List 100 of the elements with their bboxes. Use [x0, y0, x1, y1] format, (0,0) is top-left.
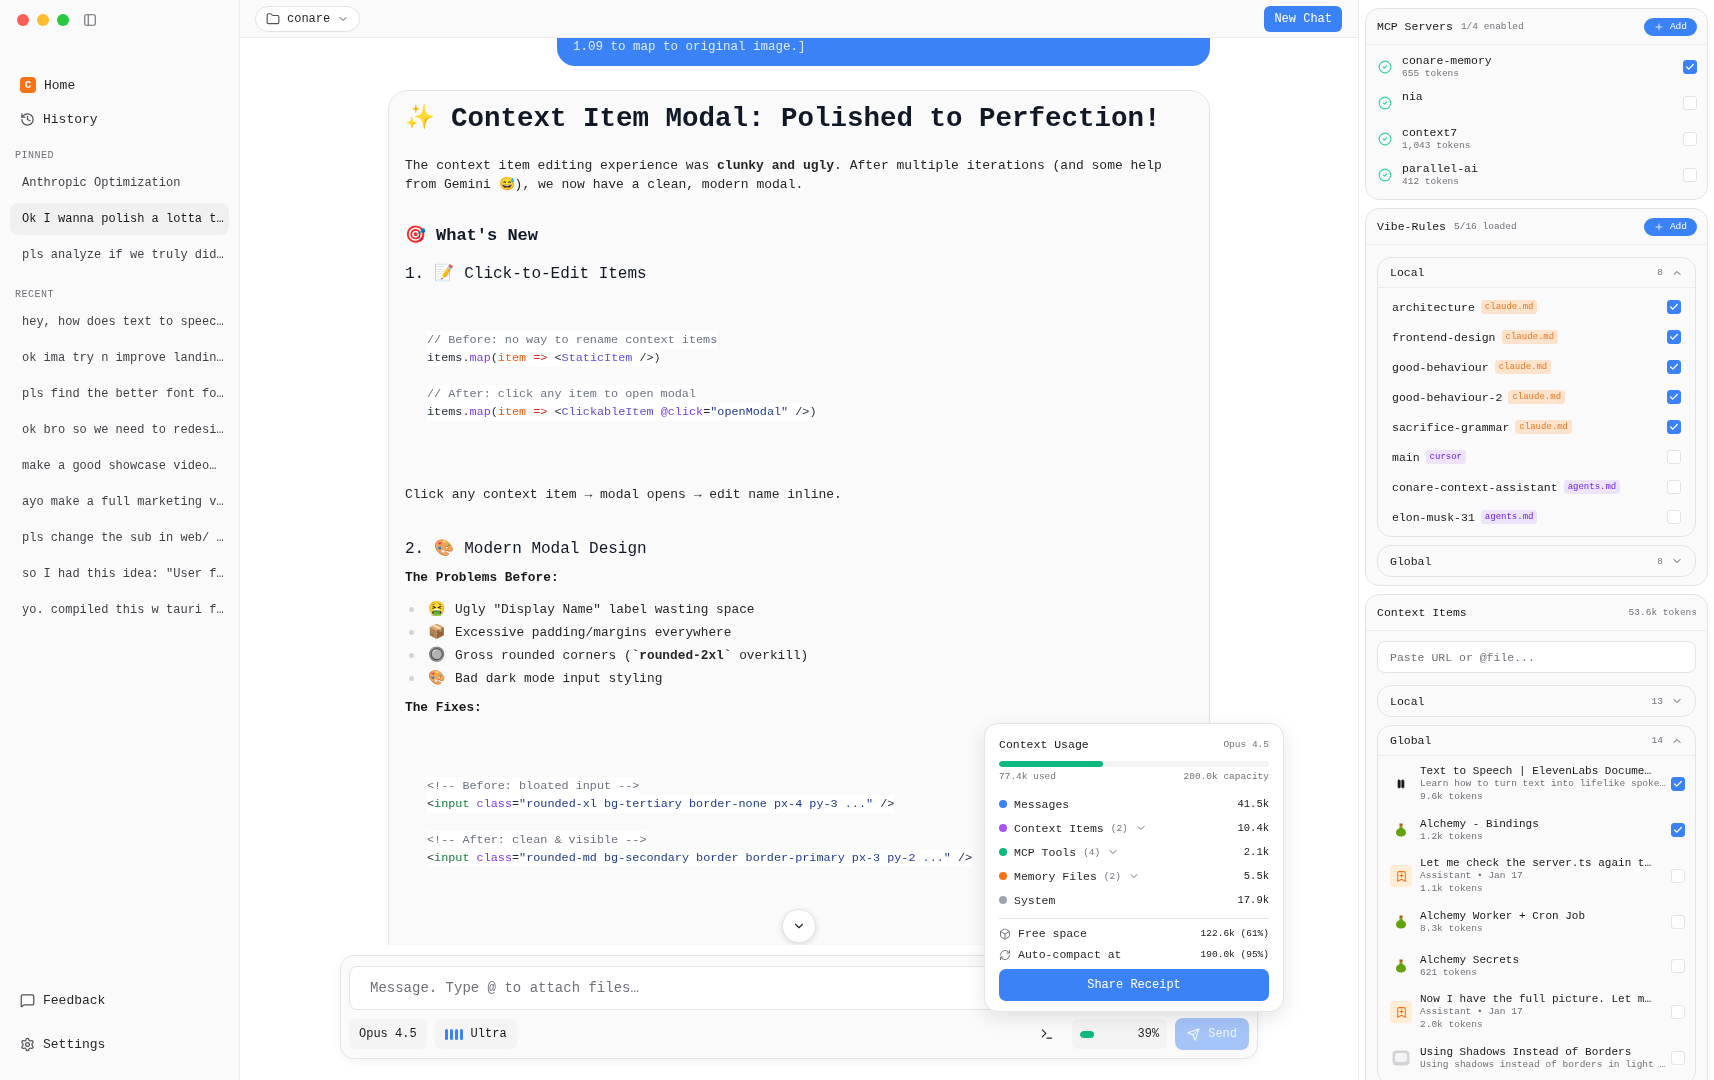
emoji: ✨ [405, 106, 435, 131]
source-tag: cursor [1425, 450, 1466, 464]
section-heading: What's New [436, 226, 539, 245]
nav-link[interactable]: Home [44, 77, 76, 93]
checkbox[interactable] [1667, 360, 1681, 374]
paragraph: The context item editing experience was clunky and ugly. After multiple iterations (and some help from Gemini 😅), we now have a clean, modern modal. [405, 157, 1163, 194]
checkbox[interactable] [1667, 420, 1681, 434]
bullet-text: Ugly "Display Name" label wasting space [455, 601, 755, 617]
nav-link[interactable]: History [43, 111, 98, 127]
chat-history-item[interactable]: make a good showcase video… [10, 450, 229, 482]
message-title: Context Item Modal: Polished to Perfection! [451, 103, 1161, 134]
message-icon [20, 992, 35, 1008]
context-item-subtitle: Using shadows instead of borders in light … [1420, 1057, 1663, 1071]
chat-history-item[interactable]: ayo make a full marketing v… [10, 486, 229, 518]
terminal-icon [1039, 1027, 1054, 1041]
share-receipt-button[interactable]: Share Receipt [999, 969, 1269, 1001]
nav-link[interactable]: Settings [43, 1036, 106, 1052]
context-item-title: Using Shadows Instead of Borders [1420, 1045, 1633, 1058]
emoji: 🎯 [405, 227, 426, 244]
checkmark-icon [1685, 62, 1695, 72]
emoji: 🎨 [428, 671, 445, 685]
rule-name: elon-musk-31 [1392, 510, 1475, 524]
checkbox[interactable] [1667, 390, 1681, 404]
checkbox[interactable] [1667, 330, 1681, 344]
minimize-window-dot[interactable] [37, 13, 49, 26]
folder-icon [266, 11, 280, 26]
bold-label: The Fixes: [405, 700, 483, 715]
group-header[interactable]: Global 14 [1378, 726, 1695, 756]
project-dropdown[interactable]: conare [255, 5, 361, 32]
checkmark-icon [1669, 332, 1679, 342]
model-selector[interactable]: Opus 4.5 [349, 1019, 427, 1049]
context-item-title: Alchemy - Bindings [1420, 817, 1540, 830]
circle-check-icon [1378, 132, 1392, 146]
checkmark-icon [1669, 392, 1679, 402]
list-number: 2. [405, 540, 425, 558]
token-count: 1,043 tokens [1402, 139, 1472, 152]
chat-history-item[interactable]: Ok I wanna polish a lotta t… [10, 203, 229, 235]
section-heading: RECENT [14, 289, 55, 300]
add-button[interactable]: Add [1643, 17, 1697, 36]
group-header[interactable]: Local 13 [1378, 686, 1695, 716]
server-name: parallel-ai [1402, 162, 1479, 175]
chat-history-item[interactable]: so I had this idea: "User f… [10, 558, 229, 590]
checkbox[interactable] [1667, 300, 1681, 314]
chat-history-item[interactable]: pls change the sub in web/ … [10, 522, 229, 554]
chat-history-item[interactable]: pls analyze if we truly did… [10, 239, 229, 271]
server-name: context7 [1402, 126, 1459, 139]
history-icon [20, 111, 35, 127]
close-window-dot[interactable] [17, 13, 29, 26]
effort-bars-icon [444, 1028, 463, 1040]
checkbox[interactable] [1671, 823, 1685, 837]
chat-history-item[interactable]: pls find the better font fo… [10, 378, 229, 410]
token-count: 5.5k [1243, 870, 1269, 882]
group-header[interactable]: Global 8 [1378, 546, 1695, 576]
chat-history-item[interactable]: ok bro so we need to redesi… [10, 414, 229, 446]
token-count: 1.1k tokens [1420, 882, 1484, 895]
token-count: 412 tokens [1402, 175, 1460, 188]
usage-category[interactable]: MCP Tools [1014, 845, 1077, 859]
capacity-label: 200.0k capacity [1183, 771, 1269, 782]
chat-history-item[interactable]: ok ima try n improve landin… [10, 342, 229, 374]
emoji: 🎨 [434, 541, 455, 557]
checkmark-icon [1669, 422, 1679, 432]
pause-icon [1396, 779, 1406, 789]
checkmark-icon [1673, 825, 1683, 835]
card-status: 5/16 loaded [1454, 221, 1517, 232]
circle-check-icon [1378, 168, 1392, 182]
usage-category[interactable]: Context Items [1014, 821, 1104, 835]
add-button[interactable]: Add [1643, 217, 1697, 236]
chat-history-item[interactable]: hey, how does text to speec… [10, 306, 229, 338]
checkbox[interactable] [1683, 60, 1697, 74]
plus-icon [1653, 221, 1664, 232]
context-item-title: Alchemy Worker + Cron Job [1420, 909, 1587, 922]
effort-selector[interactable]: Ultra [434, 1019, 517, 1049]
bullet-text: Gross rounded corners (`rounded-2xl` overkill) [455, 647, 809, 663]
group-count: 13 [1651, 695, 1663, 707]
token-count: 41.5k [1237, 798, 1269, 810]
checkbox[interactable] [1671, 777, 1685, 791]
nav-link[interactable]: Feedback [43, 992, 106, 1008]
chat-history-item[interactable]: yo. compiled this w tauri f… [10, 594, 229, 626]
server-name: nia [1402, 90, 1424, 103]
context-item-title: Now I have the full picture. Let m… [1420, 993, 1653, 1005]
chat-history-item[interactable]: Anthropic Optimization [10, 167, 229, 199]
source-tag: claude.md [1515, 420, 1572, 434]
usage-category[interactable]: Memory Files [1014, 869, 1097, 883]
new-chat-button[interactable]: New Chat [1264, 5, 1342, 32]
bullet-dot [409, 675, 414, 681]
bullet-text: Excessive padding/margins everywhere [455, 624, 732, 640]
emoji: 📦 [428, 625, 445, 639]
usage-detail-label: Auto-compact at [1018, 948, 1122, 961]
paste-url-field[interactable]: Paste URL or @file... [1377, 641, 1696, 673]
rule-name: good-behaviour-2 [1392, 390, 1503, 404]
group-header[interactable]: Local 8 [1378, 258, 1695, 288]
group-count: 8 [1657, 555, 1663, 567]
maximize-window-dot[interactable] [57, 13, 69, 26]
sidebar-toggle-icon[interactable] [83, 12, 97, 27]
settings-icon [20, 1036, 35, 1052]
card-title: Context Items [1377, 606, 1467, 619]
usage-category: Messages [1014, 797, 1070, 811]
item-count: (2) [1110, 822, 1128, 834]
context-item-title: Alchemy Secrets [1420, 953, 1521, 966]
context-item-title: Text to Speech | ElevenLabs Docume… [1420, 765, 1653, 777]
